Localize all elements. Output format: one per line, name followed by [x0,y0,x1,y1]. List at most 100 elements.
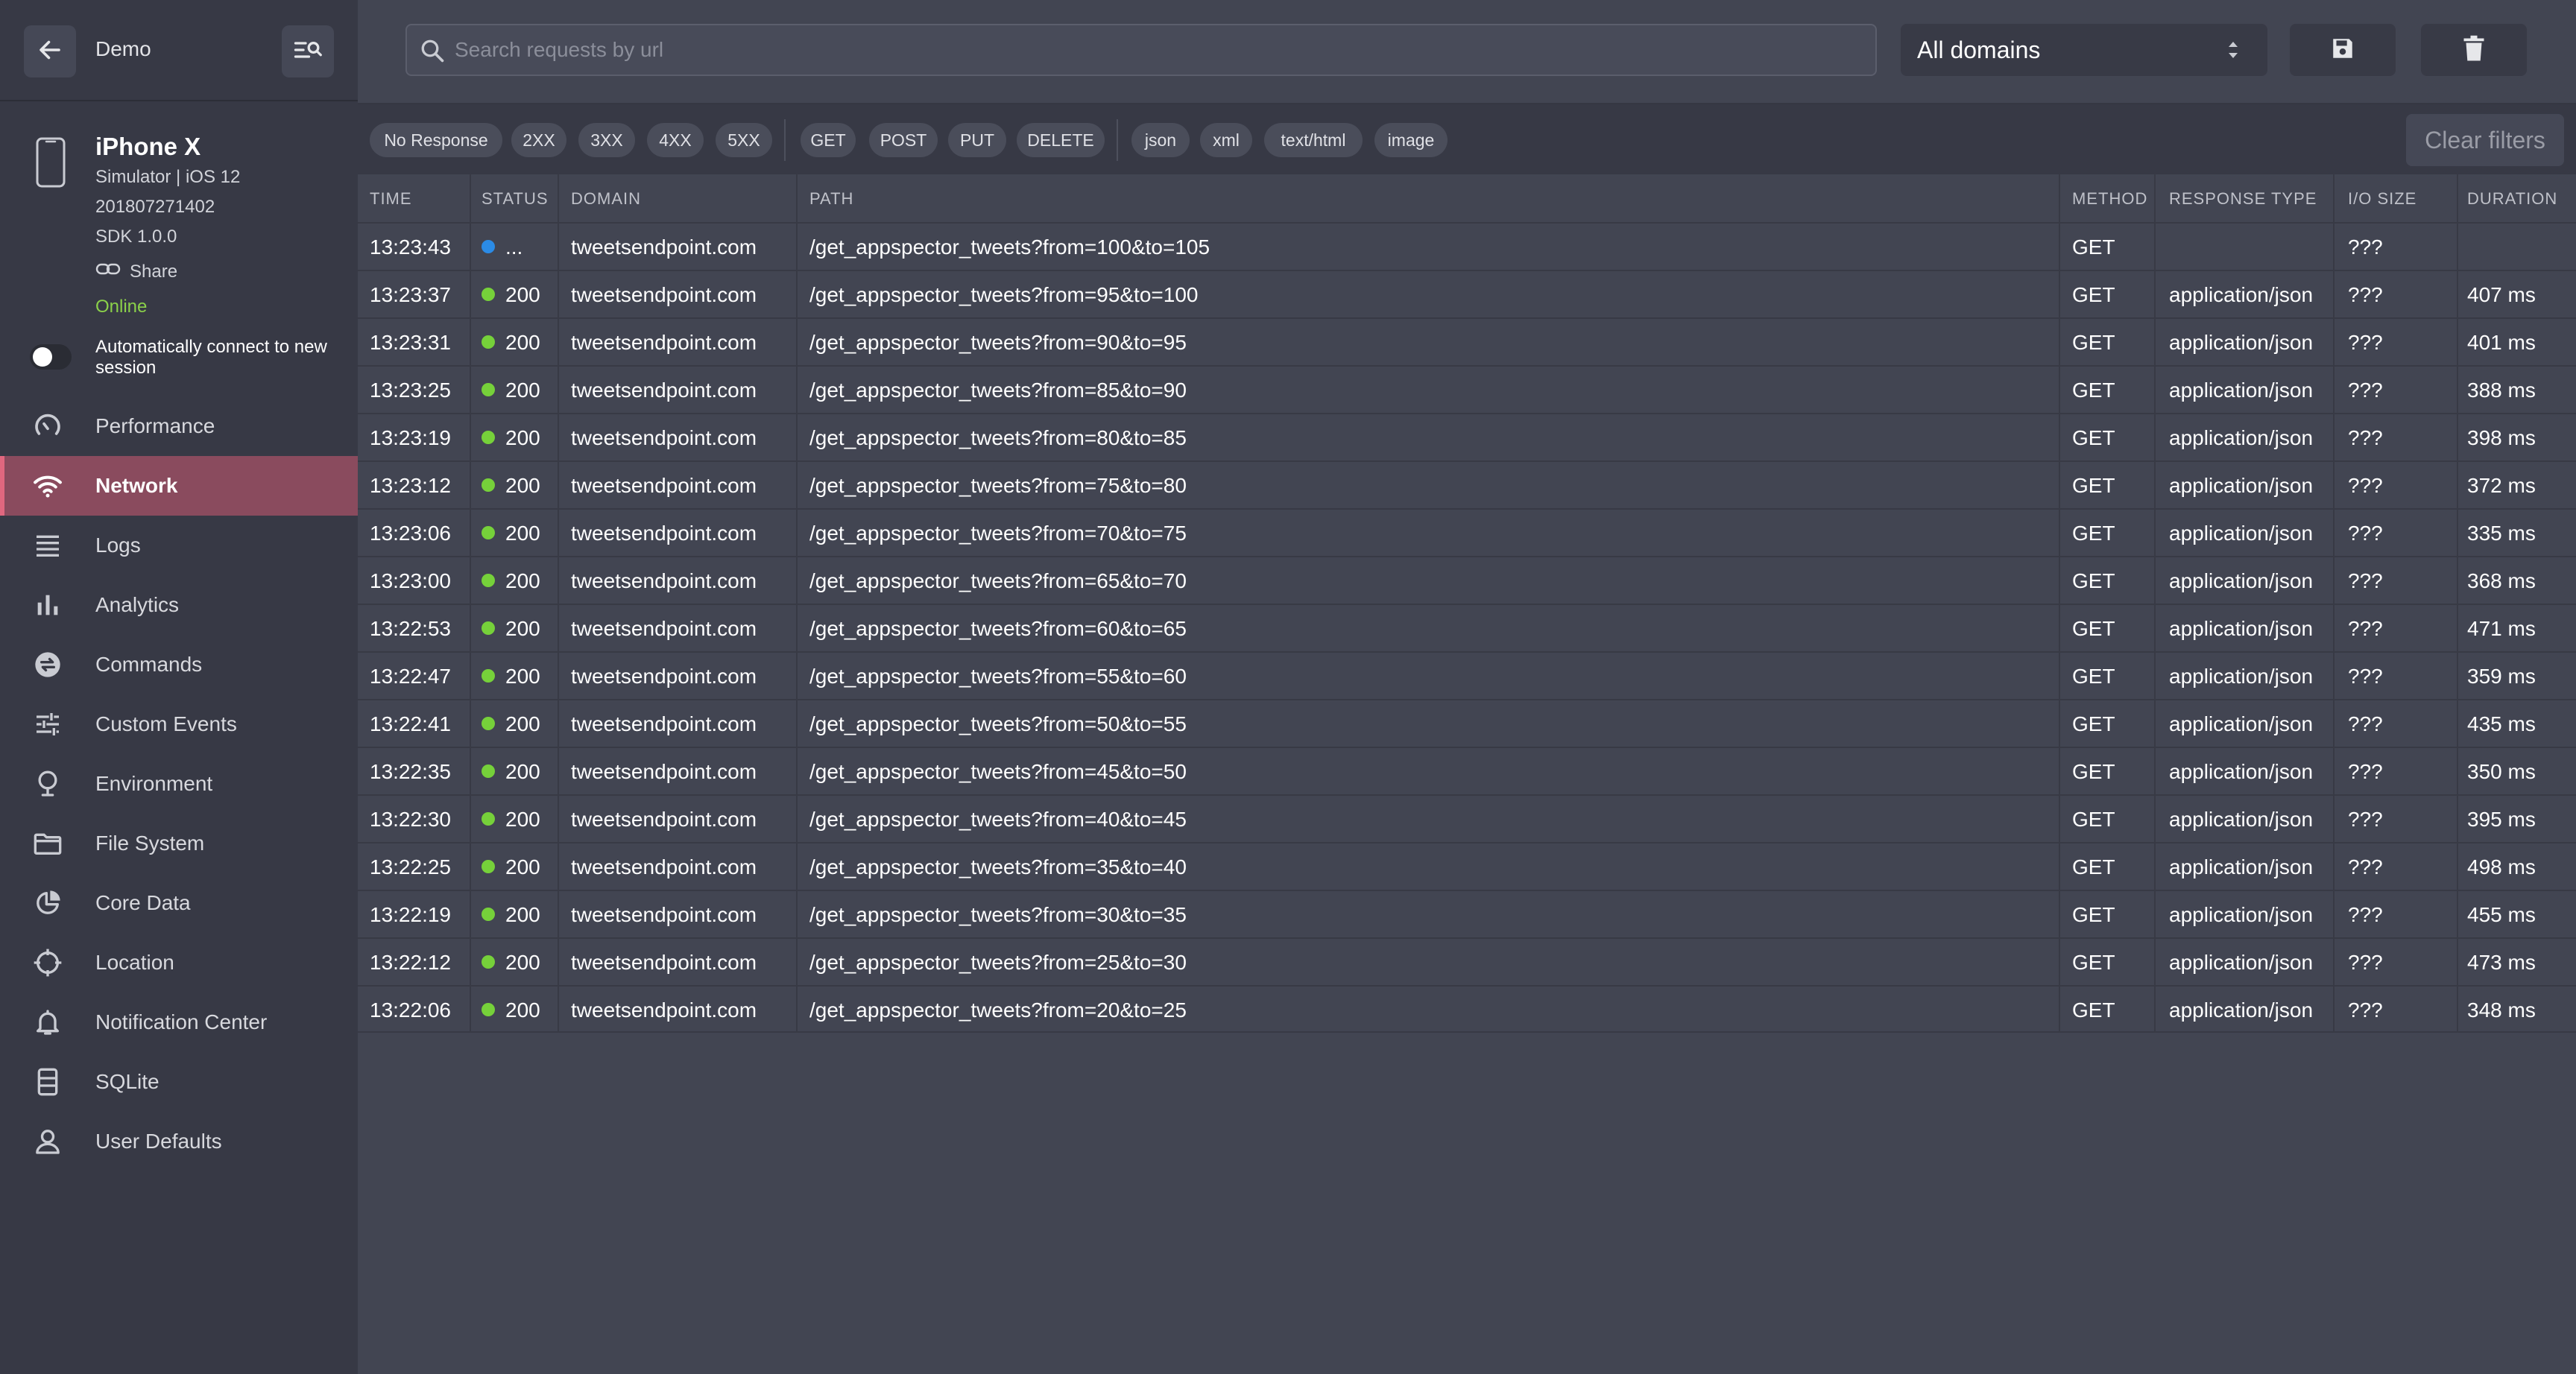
nav-item-custom-events[interactable]: Custom Events [0,694,358,754]
nav-item-sqlite[interactable]: SQLite [0,1052,358,1112]
column-header-method[interactable]: METHOD [2072,189,2147,209]
filter-chip-no-response[interactable]: No Response [370,123,502,157]
nav-item-analytics[interactable]: Analytics [0,575,358,635]
search-box [405,24,1877,76]
status-dot [482,288,495,301]
auto-connect-toggle[interactable] [30,344,72,370]
table-row[interactable]: 13:22:47 200 tweetsendpoint.com /get_app… [358,651,2576,699]
nav-label: SQLite [95,1070,160,1093]
cell-duration: 335 ms [2467,522,2536,545]
table-row[interactable]: 13:22:41 200 tweetsendpoint.com /get_app… [358,699,2576,747]
cell-duration: 398 ms [2467,426,2536,449]
cell-path: /get_appspector_tweets?from=70&to=75 [809,522,1187,545]
table-row[interactable]: 13:23:19 200 tweetsendpoint.com /get_app… [358,413,2576,460]
table-row[interactable]: 13:23:37 200 tweetsendpoint.com /get_app… [358,270,2576,317]
table-row[interactable]: 13:22:06 200 tweetsendpoint.com /get_app… [358,985,2576,1033]
cell-io-size: ??? [2348,379,2383,402]
status-code: 200 [505,903,540,926]
nav-item-network[interactable]: Network [0,456,358,516]
share-link[interactable]: Share [95,261,177,282]
cell-time: 13:23:25 [370,379,451,402]
device-platform: Simulator | iOS 12 [95,167,241,187]
filter-chip-get[interactable]: GET [801,123,856,157]
cell-method: GET [2072,426,2115,449]
cell-time: 13:22:41 [370,712,451,735]
cell-domain: tweetsendpoint.com [571,665,757,688]
table-row[interactable]: 13:23:31 200 tweetsendpoint.com /get_app… [358,317,2576,365]
filter-chip-xml[interactable]: xml [1200,123,1252,157]
filter-chip-json[interactable]: json [1131,123,1190,157]
cell-path: /get_appspector_tweets?from=30&to=35 [809,903,1187,926]
column-header-time[interactable]: TIME [370,189,412,209]
cell-method: GET [2072,951,2115,974]
table-row[interactable]: 13:23:00 200 tweetsendpoint.com /get_app… [358,556,2576,604]
cell-io-size: ??? [2348,426,2383,449]
save-button[interactable] [2290,24,2396,76]
column-header-domain[interactable]: DOMAIN [571,189,641,209]
filter-chip-put[interactable]: PUT [948,123,1006,157]
table-row[interactable]: 13:23:06 200 tweetsendpoint.com /get_app… [358,508,2576,556]
delete-button[interactable] [2421,24,2527,76]
column-header-path[interactable]: PATH [809,189,853,209]
cell-method: GET [2072,808,2115,831]
clear-filters-button[interactable]: Clear filters [2406,114,2564,166]
column-header-response-type[interactable]: RESPONSE TYPE [2169,189,2317,209]
cell-path: /get_appspector_tweets?from=85&to=90 [809,379,1187,402]
filter-chip-text-html[interactable]: text/html [1264,123,1363,157]
filter-chip-2xx[interactable]: 2XX [511,123,566,157]
table-row[interactable]: 13:22:53 200 tweetsendpoint.com /get_app… [358,604,2576,651]
status-code: 200 [505,283,540,306]
filter-chip-delete[interactable]: DELETE [1017,123,1105,157]
table-row[interactable]: 13:22:30 200 tweetsendpoint.com /get_app… [358,794,2576,842]
nav-item-notification-center[interactable]: Notification Center [0,992,358,1052]
session-list-button[interactable] [282,25,334,77]
arrow-left-icon [37,37,63,67]
bell-icon [33,1007,63,1037]
cell-io-size: ??? [2348,474,2383,497]
cell-status: ... [482,235,523,259]
nav-item-commands[interactable]: Commands [0,635,358,694]
nav-label: Location [95,951,174,974]
status-code: 200 [505,712,540,735]
table-row[interactable]: 13:23:43 ... tweetsendpoint.com /get_app… [358,222,2576,270]
filter-chip-4xx[interactable]: 4XX [647,123,704,157]
search-input[interactable] [455,25,1863,75]
cell-domain: tweetsendpoint.com [571,426,757,449]
nav-label: Commands [95,653,203,676]
nav-item-performance[interactable]: Performance [0,396,358,456]
filter-chip-3xx[interactable]: 3XX [578,123,635,157]
nav-item-user-defaults[interactable]: User Defaults [0,1112,358,1171]
cell-io-size: ??? [2348,331,2383,354]
nav-item-core-data[interactable]: Core Data [0,873,358,933]
cell-method: GET [2072,903,2115,926]
filter-divider [1117,119,1118,161]
table-row[interactable]: 13:22:12 200 tweetsendpoint.com /get_app… [358,937,2576,985]
nav-item-location[interactable]: Location [0,933,358,992]
filter-chip-5xx[interactable]: 5XX [716,123,772,157]
status-code: 200 [505,855,540,878]
column-header-io-size[interactable]: I/O SIZE [2348,189,2416,209]
filter-chip-post[interactable]: POST [869,123,938,157]
cell-domain: tweetsendpoint.com [571,617,757,640]
connection-status: Online [95,297,148,317]
status-code: 200 [505,426,540,449]
table-row[interactable]: 13:23:12 200 tweetsendpoint.com /get_app… [358,460,2576,508]
table-row[interactable]: 13:22:25 200 tweetsendpoint.com /get_app… [358,842,2576,890]
back-button[interactable] [24,25,76,77]
nav-item-file-system[interactable]: File System [0,814,358,873]
cell-response-type: application/json [2169,283,2314,306]
table-row[interactable]: 13:22:19 200 tweetsendpoint.com /get_app… [358,890,2576,937]
cell-time: 13:22:35 [370,760,451,783]
nav-item-environment[interactable]: Environment [0,754,358,814]
column-header-duration[interactable]: DURATION [2467,189,2557,209]
nav-item-logs[interactable]: Logs [0,516,358,575]
table-row[interactable]: 13:23:25 200 tweetsendpoint.com /get_app… [358,365,2576,413]
cell-domain: tweetsendpoint.com [571,474,757,497]
column-header-status[interactable]: STATUS [482,189,549,209]
status-dot [482,908,495,921]
exchange-icon [33,650,63,680]
filter-chip-image[interactable]: image [1374,123,1448,157]
table-row[interactable]: 13:22:35 200 tweetsendpoint.com /get_app… [358,747,2576,794]
domain-select[interactable]: All domains [1901,24,2267,76]
cell-domain: tweetsendpoint.com [571,235,757,259]
